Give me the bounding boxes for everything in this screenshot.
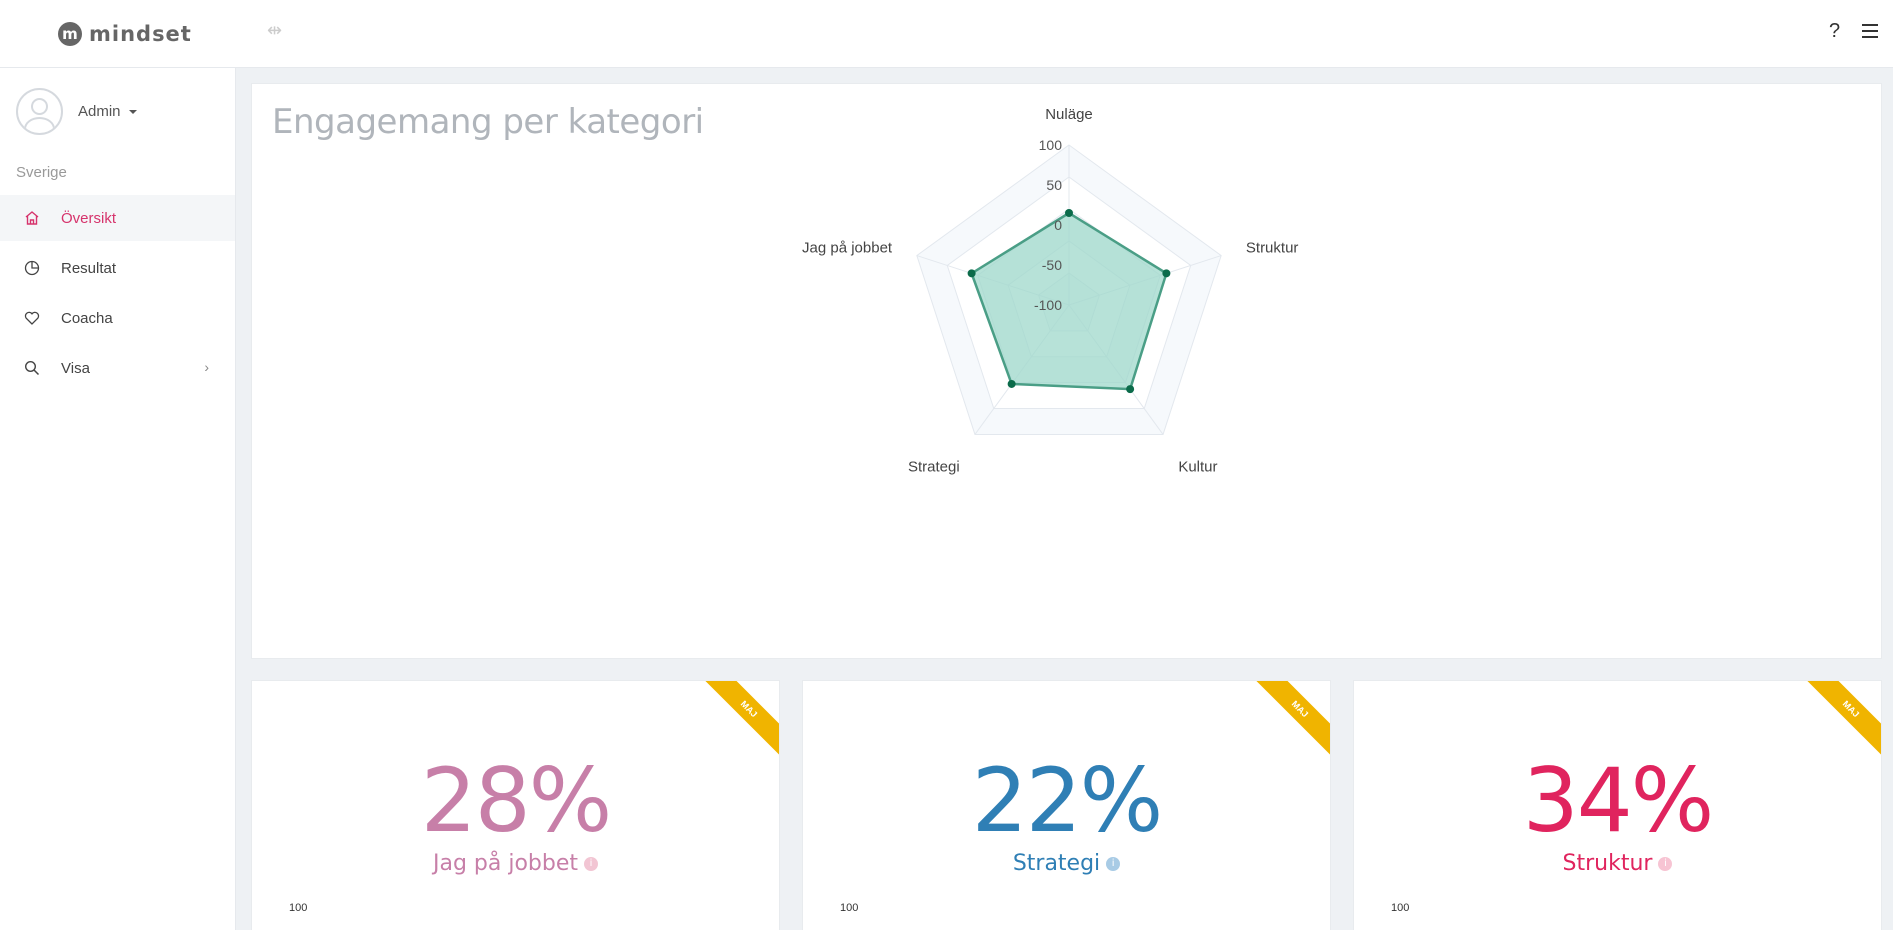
sidebar: Admin Sverige Översikt Resultat Coacha V… <box>0 68 236 930</box>
ribbon-label: MAJ <box>1801 681 1881 760</box>
help-icon[interactable]: ? <box>1829 20 1840 43</box>
radar-point <box>1162 269 1171 278</box>
region-label: Sverige <box>16 164 67 181</box>
chevron-right-icon: › <box>204 359 209 375</box>
score-card-jag-pa-jobbet: MAJ 28% Jag på jobbet i 100 <box>251 680 780 930</box>
pie-chart-icon <box>23 259 41 277</box>
search-icon <box>23 359 41 377</box>
radar-axis-label: Struktur <box>1246 240 1299 257</box>
sidebar-nav: Översikt Resultat Coacha Visa › <box>0 195 235 395</box>
score-label: Jag på jobbet <box>432 851 579 876</box>
radar-tick-label: -50 <box>1042 257 1062 273</box>
avatar <box>16 88 63 135</box>
user-menu[interactable]: Admin <box>16 88 137 135</box>
radar-axis-label: Jag på jobbet <box>802 240 893 257</box>
sidebar-item-label: Coacha <box>61 309 113 327</box>
score-card-strategi: MAJ 22% Strategi i 100 <box>802 680 1331 930</box>
caret-down-icon <box>128 109 137 114</box>
sidebar-item-label: Visa <box>61 359 90 377</box>
home-icon <box>23 209 41 227</box>
engagement-panel: Engagemang per kategori 100 50 0 -50 -100 Nul… <box>251 83 1882 659</box>
score-label: Struktur <box>1562 851 1653 876</box>
ribbon-label: MAJ <box>699 681 779 760</box>
move-icon[interactable]: ⇹ <box>267 20 282 41</box>
score-label: Strategi <box>1012 851 1101 876</box>
logo[interactable]: m mindset <box>58 22 192 46</box>
radar-point <box>1007 379 1016 388</box>
sidebar-item-coacha[interactable]: Coacha <box>0 295 235 341</box>
score-label-wrap: Jag på jobbet i <box>252 851 779 876</box>
sidebar-item-visa[interactable]: Visa › <box>0 345 235 391</box>
sidebar-item-label: Resultat <box>61 259 117 277</box>
score-value: 34% <box>1522 749 1715 852</box>
axis-tick: 100 <box>1391 902 1410 914</box>
logo-mark-icon: m <box>58 22 82 46</box>
info-icon[interactable]: i <box>1106 857 1121 871</box>
radar-point <box>1065 209 1073 217</box>
score-value: 28% <box>420 749 613 852</box>
radar-axis-label: Strategi <box>908 458 960 475</box>
logo-text: mindset <box>89 22 192 46</box>
top-bar: m mindset ⇹ ? <box>0 0 1893 68</box>
radar-axis-label: Nuläge <box>1045 106 1093 123</box>
sidebar-item-resultat[interactable]: Resultat <box>0 245 235 291</box>
radar-point <box>1126 385 1135 394</box>
radar-chart: 100 50 0 -50 -100 Nuläge Struktur Kultur Strateg… <box>802 106 1299 475</box>
ribbon-label: MAJ <box>1250 681 1330 760</box>
radar-tick-label: -100 <box>1034 297 1062 313</box>
radar-axis-label: Kultur <box>1178 458 1217 475</box>
info-icon[interactable]: i <box>584 857 599 871</box>
radar-tick-label: 0 <box>1054 217 1062 233</box>
axis-tick: 100 <box>840 902 859 914</box>
user-name: Admin <box>78 103 121 120</box>
score-label-wrap: Strategi i <box>803 851 1330 876</box>
hamburger-menu-icon[interactable] <box>1862 24 1878 38</box>
info-icon[interactable]: i <box>1658 857 1673 871</box>
sidebar-item-oversikt[interactable]: Översikt <box>0 195 235 241</box>
heart-icon <box>23 309 41 327</box>
score-label-wrap: Struktur i <box>1354 851 1881 876</box>
score-card-struktur: MAJ 34% Struktur i 100 <box>1353 680 1882 930</box>
score-value: 22% <box>971 749 1164 852</box>
radar-tick-label: 100 <box>1039 137 1063 153</box>
sidebar-item-label: Översikt <box>61 209 117 227</box>
radar-point <box>967 269 976 278</box>
radar-tick-label: 50 <box>1046 177 1062 193</box>
axis-tick: 100 <box>289 902 308 914</box>
